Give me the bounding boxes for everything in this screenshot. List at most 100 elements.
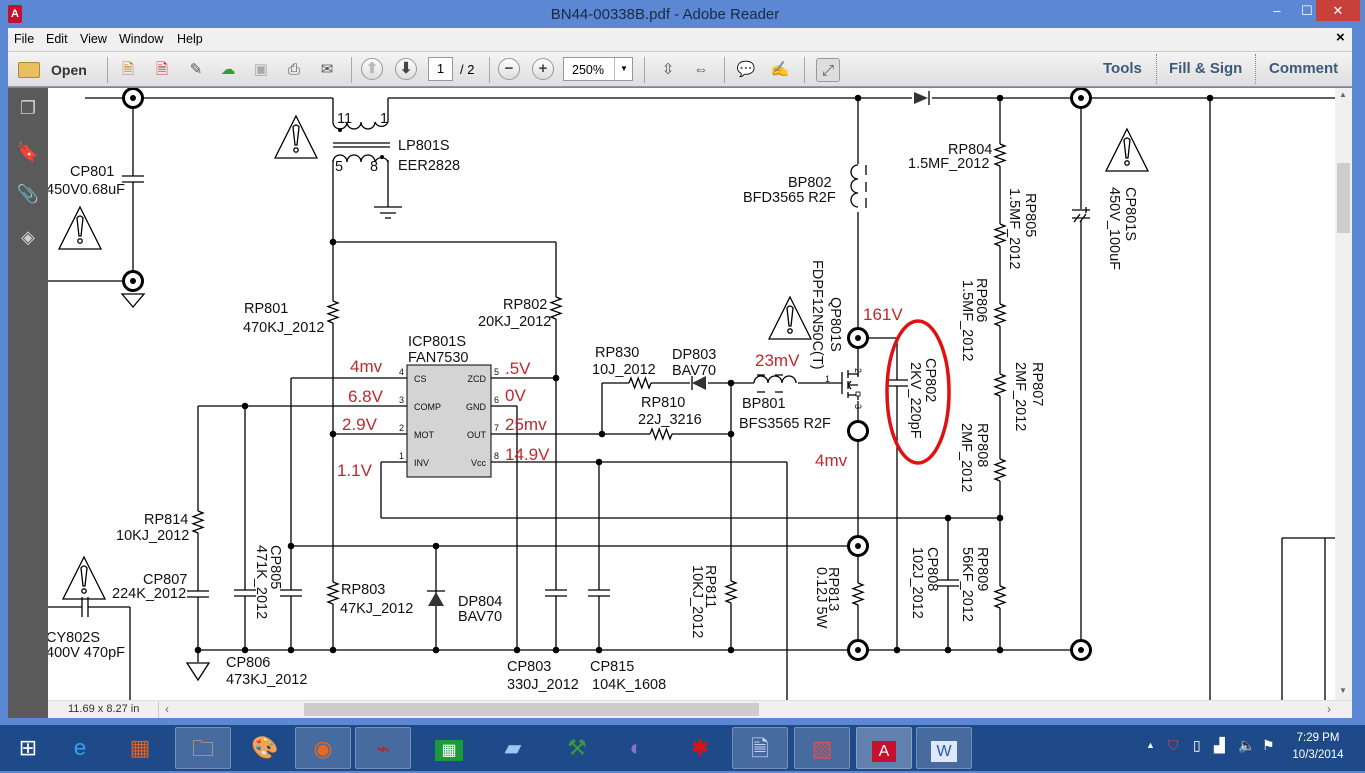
volume-icon[interactable]: 🔈 — [1238, 737, 1255, 754]
rp802-resistor — [549, 296, 563, 320]
tools-tab[interactable]: Tools — [1103, 60, 1142, 77]
menu-edit[interactable]: Edit — [46, 32, 68, 46]
full-screen-icon[interactable]: ⤢ — [816, 58, 840, 82]
test-point-dot — [1078, 95, 1084, 101]
folder-icon — [18, 62, 40, 78]
ic-pin-name: CS — [414, 374, 427, 384]
paint-icon[interactable]: 🎨 — [237, 727, 293, 769]
firefox-icon[interactable]: ◉ — [295, 727, 351, 769]
junction-dot — [996, 514, 1004, 522]
ic-pin-number: 4 — [399, 367, 404, 377]
part-value: FAN7530 — [408, 350, 468, 366]
qp801s-mosfet — [841, 370, 859, 400]
scroll-left-icon[interactable]: ‹ — [165, 702, 169, 716]
part-ref: RP807 — [1029, 362, 1045, 406]
junction-dot — [432, 646, 440, 654]
print-icon[interactable]: ⎙ — [282, 58, 306, 82]
action-center-flag-icon[interactable]: ⚑ — [1262, 737, 1275, 754]
file-explorer-icon[interactable]: 🗀 — [175, 727, 231, 769]
vertical-scrollbar[interactable]: ▲ ▼ — [1335, 88, 1352, 700]
next-page-button[interactable]: ⬇ — [395, 58, 417, 80]
show-hidden-icons[interactable]: ▲ — [1146, 740, 1155, 750]
network-icon[interactable]: ▟ — [1214, 737, 1225, 754]
email-icon[interactable]: ✉ — [315, 58, 339, 82]
pages-icon[interactable]: ❐ — [16, 96, 40, 120]
junction-dot — [432, 542, 440, 550]
previous-page-button[interactable]: ⬆ — [361, 58, 383, 80]
part-value: 450V_100uF — [1106, 187, 1122, 270]
export-pdf-icon[interactable]: 🗎 — [150, 58, 174, 82]
office-app-icon[interactable]: ▦ — [112, 727, 168, 769]
menu-window[interactable]: Window — [119, 32, 163, 46]
save-icon[interactable]: ▣ — [249, 58, 273, 82]
status-bar: 11.69 x 8.27 in ‹ › — [48, 700, 1352, 718]
attachment-icon[interactable]: 📎 — [16, 182, 40, 206]
comment-tab[interactable]: Comment — [1269, 60, 1338, 77]
warning-icon — [787, 328, 793, 334]
minimize-button[interactable]: – — [1262, 0, 1292, 21]
title-bar: A BN44-00338B.pdf - Adobe Reader – ☐ ✕ — [0, 0, 1365, 28]
battery-icon[interactable]: ▯ — [1193, 737, 1201, 754]
clock-date[interactable]: 10/3/2014 — [1290, 749, 1346, 761]
sticky-note-icon[interactable]: 💬 — [734, 58, 758, 82]
close-button[interactable]: ✕ — [1316, 0, 1360, 21]
part-ref: RP809 — [974, 547, 990, 591]
notepad-icon[interactable]: ▰ — [485, 727, 541, 769]
cloud-upload-icon[interactable]: ☁ — [216, 58, 240, 82]
highlight-text-icon[interactable]: ✍ — [768, 58, 792, 82]
zoom-select[interactable]: 250% ▼ — [563, 57, 633, 81]
ltspice-icon[interactable]: ⌁ — [355, 727, 411, 769]
security-shield-icon[interactable]: ⛉ — [1168, 737, 1179, 754]
chevron-down-icon[interactable]: ▼ — [614, 58, 633, 80]
fit-page-icon[interactable]: ⇳ — [656, 58, 680, 82]
draw-app-icon[interactable]: ▧ — [794, 727, 850, 769]
scroll-right-icon[interactable]: › — [1327, 702, 1331, 716]
rp811-resistor — [724, 580, 738, 604]
menu-help[interactable]: Help — [177, 32, 203, 46]
scroll-up-icon[interactable]: ▲ — [1339, 90, 1347, 99]
layers-icon[interactable]: ◈ — [16, 225, 40, 249]
voltage-reading: 1.1V — [337, 461, 373, 480]
document-view[interactable]: CP801 450V0.68uF LP801S EER2828 RP801 470KJ_2… — [48, 88, 1335, 700]
adobe-reader-task-icon[interactable]: A — [856, 727, 912, 769]
create-pdf-icon[interactable]: 🗎 — [116, 58, 140, 82]
ic-pin-name: OUT — [467, 430, 487, 440]
scroll-down-icon[interactable]: ▼ — [1339, 686, 1347, 695]
junction-dot — [944, 646, 952, 654]
mosfet-pin-number: 1 — [825, 374, 830, 384]
page-number-input[interactable]: 1 — [428, 57, 453, 81]
fit-width-icon[interactable]: ⇔ — [689, 58, 713, 82]
media-player-icon[interactable]: ◐ — [608, 727, 664, 769]
fill-sign-tab[interactable]: Fill & Sign — [1169, 60, 1242, 77]
wordpad-icon[interactable]: 🗎 — [732, 727, 788, 769]
rp810-resistor — [649, 427, 673, 441]
scroll-thumb[interactable] — [1337, 163, 1350, 233]
zoom-value: 250% — [572, 63, 604, 77]
junction-dot — [893, 646, 901, 654]
part-ref: CP803 — [507, 659, 551, 675]
transformer-pin: 1 — [380, 111, 388, 127]
zoom-in-button[interactable]: + — [532, 58, 554, 80]
zoom-out-button[interactable]: − — [498, 58, 520, 80]
open-button[interactable]: Open — [14, 57, 98, 83]
store-icon[interactable]: ▦ — [421, 727, 477, 769]
clock-time[interactable]: 7:29 PM — [1296, 732, 1340, 744]
part-value: 330J_2012 — [507, 677, 579, 693]
edit-pdf-icon[interactable]: ✎ — [184, 58, 208, 82]
warning-icon — [76, 215, 84, 237]
menu-view[interactable]: View — [80, 32, 107, 46]
part-value: 2KV_220pF — [907, 362, 923, 439]
bookmark-icon[interactable]: 🔖 — [16, 140, 40, 164]
menu-file[interactable]: File — [14, 32, 34, 46]
close-document-button[interactable]: × — [1336, 29, 1345, 46]
part-ref: QP801S — [827, 297, 843, 352]
internet-explorer-icon[interactable]: e — [52, 727, 108, 769]
word-icon[interactable]: W — [916, 727, 972, 769]
part-value: 10J_2012 — [592, 362, 656, 378]
scroll-thumb[interactable] — [304, 703, 759, 716]
splat-app-icon[interactable]: ✱ — [672, 727, 728, 769]
pcb-tool-icon[interactable]: ⚒ — [549, 727, 605, 769]
horizontal-scrollbar[interactable]: ‹ › — [158, 701, 1338, 718]
rp830-resistor — [628, 376, 652, 390]
start-button[interactable]: ⊞ — [0, 727, 56, 769]
